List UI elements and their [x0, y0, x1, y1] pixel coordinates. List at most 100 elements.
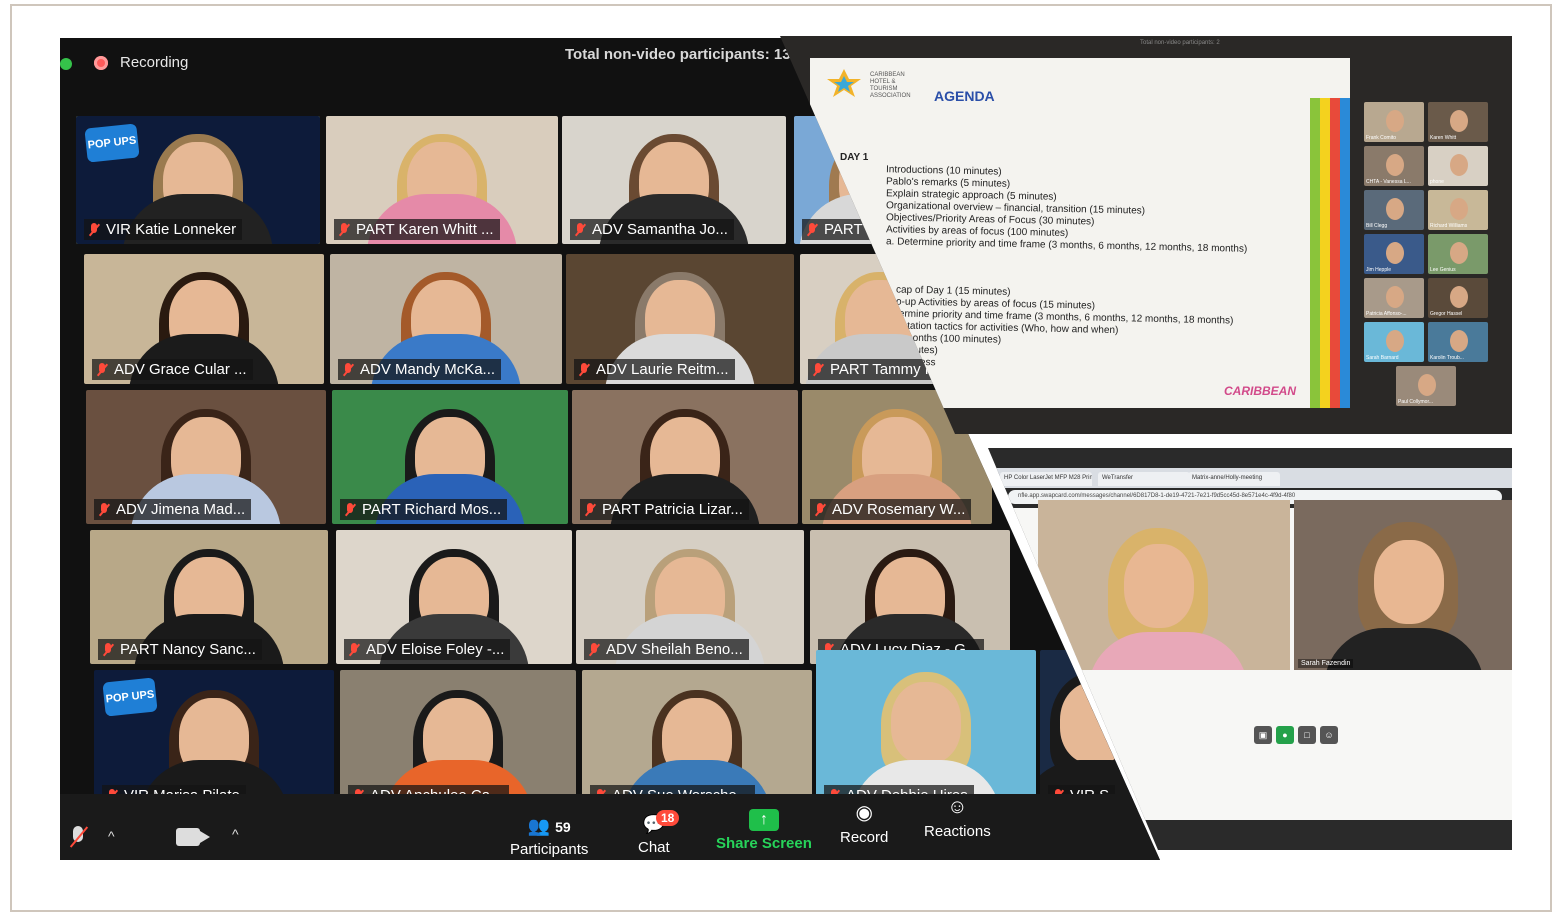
participant-video-tile[interactable]: PART Richard Mos...: [332, 390, 568, 524]
participant-video-tile[interactable]: VIR Katie Lonneker POP UPS: [76, 116, 320, 244]
participant-video-tile[interactable]: ADV Grace Cular ...: [84, 254, 324, 384]
day-heading: DAY 1: [840, 152, 869, 163]
participant-video-tile[interactable]: ADV Laurie Reitm...: [566, 254, 794, 384]
video-options-chevron-icon[interactable]: ^: [232, 826, 239, 842]
audio-options-chevron-icon[interactable]: ^: [108, 828, 115, 844]
participant-name: ADV Sheilah Beno...: [606, 641, 743, 658]
agenda-list: Introductions (10 minutes) Pablo's remark…: [886, 164, 1247, 255]
color-stripe: [1330, 98, 1340, 408]
participant-face: [1418, 374, 1436, 396]
participant-face: [1450, 110, 1468, 132]
participant-video-tile[interactable]: ADV Sheilah Beno...: [576, 530, 804, 664]
participant-name: VIR Katie Lonneker: [106, 221, 237, 238]
participants-label: Participants: [510, 841, 589, 858]
record-label: Record: [840, 829, 889, 846]
share-screen-arrow-icon: ↑: [748, 809, 779, 831]
participants-count: 59: [555, 819, 571, 835]
participant-face: [1450, 154, 1468, 176]
participant-thumbnail[interactable]: Patricia Affonso-...: [1364, 278, 1424, 318]
participant-name: PART Patricia Lizar...: [602, 501, 743, 518]
participant-thumbnail[interactable]: Frank Comito: [1364, 102, 1424, 142]
browser-tab[interactable]: WeTransfer: [1098, 472, 1190, 486]
color-stripe: [1320, 98, 1330, 408]
participant-thumbnail[interactable]: Karen Whitt: [1428, 102, 1488, 142]
participant-thumbnail[interactable]: Bill Clegg: [1364, 190, 1424, 230]
participant-name-label: PART Tammy H: [808, 359, 942, 380]
thumbnail-name: Karolin Troub...: [1430, 355, 1464, 361]
people-icon[interactable]: ☺: [1320, 726, 1338, 744]
participant-name: ADV Eloise Foley -...: [366, 641, 505, 658]
thumbnail-name: Paul Collymor...: [1398, 399, 1434, 405]
participant-thumbnail[interactable]: Jim Hepple: [1364, 234, 1424, 274]
participant-video-tile[interactable]: PART Nancy Sanc...: [90, 530, 328, 664]
unmute-mic-icon[interactable]: [68, 826, 88, 850]
participant-video-tile[interactable]: PART Patricia Lizar...: [572, 390, 798, 524]
participant-face: [1450, 330, 1468, 352]
video-feed-left: [1038, 500, 1290, 670]
screen-share-icon[interactable]: □: [1298, 726, 1316, 744]
thumbnail-name: CHTA - Vanessa L...: [1366, 179, 1411, 185]
participant-face: [1374, 540, 1444, 624]
participant-face: [1386, 110, 1404, 132]
participant-face: [1386, 154, 1404, 176]
participant-video-tile[interactable]: ADV Sue Worsche...: [582, 670, 812, 810]
reactions-label: Reactions: [924, 823, 991, 840]
muted-mic-icon: [98, 502, 110, 517]
participant-video-tile[interactable]: ADV Eloise Foley -...: [336, 530, 572, 664]
chat-button[interactable]: 💬 Chat 18: [638, 810, 680, 856]
mic-toggle-icon[interactable]: ●: [1276, 726, 1294, 744]
participant-thumbnail[interactable]: Gregor Hassel: [1428, 278, 1488, 318]
participant-thumbnail[interactable]: Sarah Barnard: [1364, 322, 1424, 362]
participant-video-tile[interactable]: ADV Debbie Hires: [816, 650, 1036, 810]
participant-thumbnail[interactable]: phone: [1428, 146, 1488, 186]
participant-face: [1386, 198, 1404, 220]
record-button[interactable]: ◉ Record: [840, 800, 888, 846]
participant-thumbnail[interactable]: CHTA - Vanessa L...: [1364, 146, 1424, 186]
participant-name-label: ADV Grace Cular ...: [92, 359, 253, 380]
participant-name: ADV Grace Cular ...: [114, 361, 247, 378]
reactions-button[interactable]: ☺ Reactions: [924, 796, 991, 840]
recording-icon: [94, 56, 108, 70]
participant-video-tile[interactable]: ADV Jimena Mad...: [86, 390, 326, 524]
participant-name-label: ADV Jimena Mad...: [94, 499, 252, 520]
participant-thumbnail[interactable]: Karolin Troub...: [1428, 322, 1488, 362]
video-camera-icon[interactable]: [176, 828, 210, 846]
participant-name: PART Tammy H: [830, 361, 936, 378]
participants-button[interactable]: 👥 59 Participants: [510, 816, 588, 858]
browser-tab-bar: HP Color LaserJet MFP M28 Print WeTransfe…: [988, 468, 1512, 488]
camera-toggle-icon[interactable]: ▣: [1254, 726, 1272, 744]
participant-video-tile[interactable]: ADV Lucy Diaz - G...: [810, 530, 1010, 664]
agenda-title: AGENDA: [934, 88, 995, 104]
share-screen-button[interactable]: ↑ Share Screen: [716, 809, 812, 852]
non-video-participants-count: Total non-video participants: 13: [565, 46, 791, 63]
security-shield-icon[interactable]: [60, 58, 72, 70]
call-controls: ▣ ● □ ☺: [1254, 726, 1338, 744]
muted-mic-icon: [344, 502, 356, 517]
muted-mic-icon: [806, 222, 818, 237]
participant-name-label: PART Karen Whitt ...: [334, 219, 500, 240]
participant-name-label: ADV Rosemary W...: [810, 499, 972, 520]
color-stripe: [1340, 98, 1350, 408]
participant-thumbnail[interactable]: Paul Collymor...: [1396, 366, 1456, 406]
participant-video-tile[interactable]: ADV Samantha Jo...: [562, 116, 786, 244]
thumbnail-name: Gregor Hassel: [1430, 311, 1463, 317]
participant-name-label: PART Nancy Sanc...: [98, 639, 262, 660]
browser-tab[interactable]: HP Color LaserJet MFP M28 Print: [1000, 472, 1092, 486]
chat-label: Chat: [638, 839, 670, 856]
participant-name: ADV Laurie Reitm...: [596, 361, 729, 378]
participant-face: [891, 682, 961, 764]
browser-tab[interactable]: Matrix-anne/Holly-meeting: [1188, 472, 1280, 486]
pop-ups-logo: POP UPS: [102, 677, 158, 717]
participant-name-label: ADV Samantha Jo...: [570, 219, 734, 240]
muted-mic-icon: [574, 222, 586, 237]
recording-label: Recording: [120, 54, 189, 71]
participant-thumbnail[interactable]: Richard Williams: [1428, 190, 1488, 230]
participant-thumbnail[interactable]: Lee Genius: [1428, 234, 1488, 274]
participant-video-tile[interactable]: PART Karen Whitt ...: [326, 116, 558, 244]
brand-logo: CARIBBEAN: [1224, 384, 1296, 398]
participant-video-tile[interactable]: ADV Mandy McKa...: [330, 254, 562, 384]
participant-name-label: PART Richard Mos...: [340, 499, 508, 520]
chat-unread-badge: 18: [656, 810, 680, 826]
participant-video-tile[interactable]: ADV Anchulee Ca...: [340, 670, 576, 810]
participant-video-tile[interactable]: VIR Marisa PilatoPOP UPS: [94, 670, 334, 810]
